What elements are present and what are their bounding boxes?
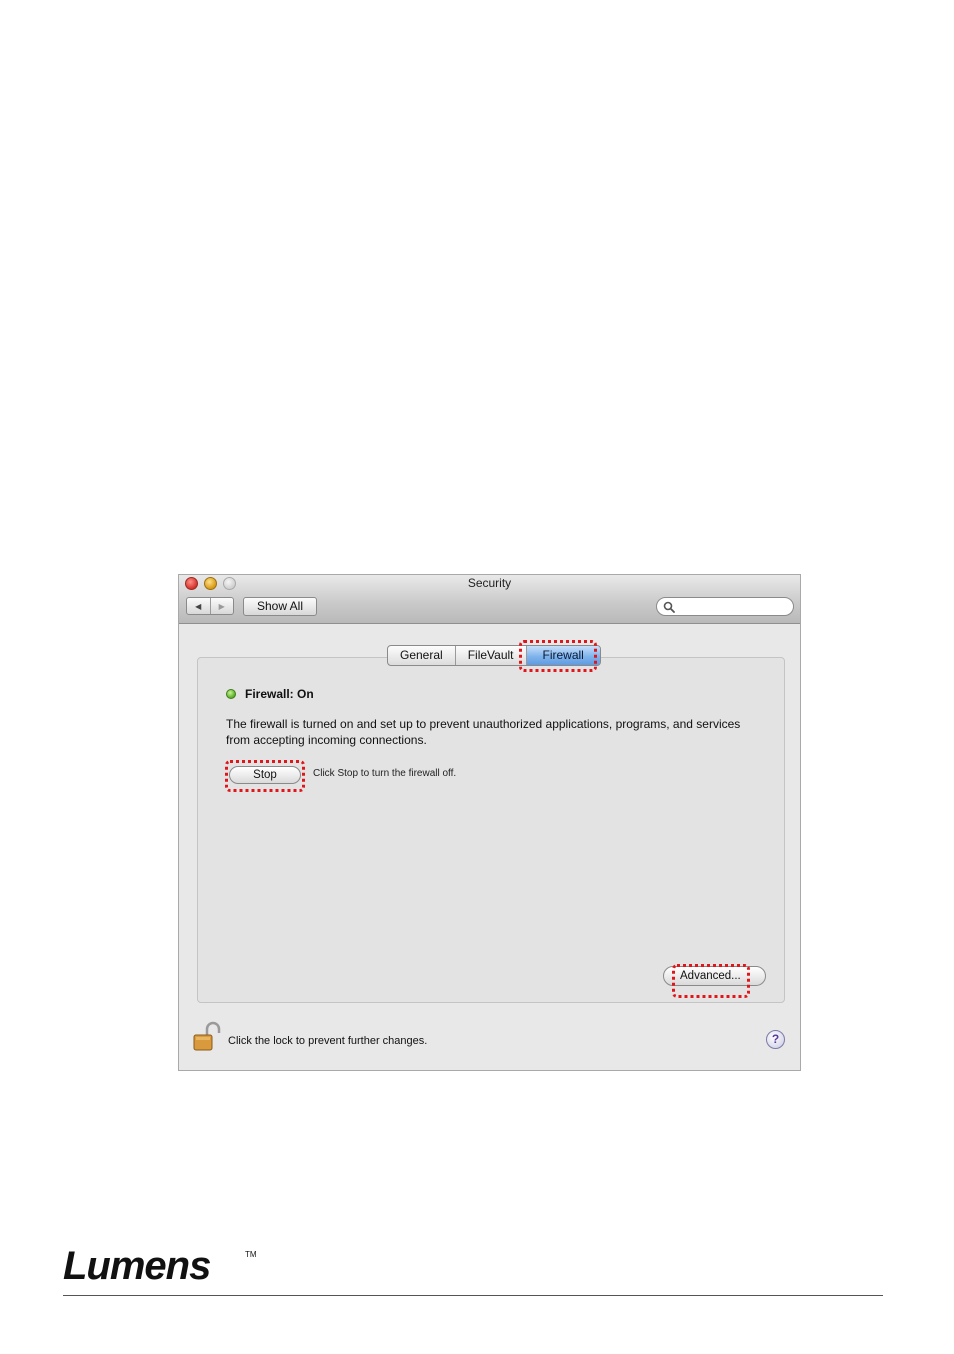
tab-general[interactable]: General xyxy=(388,646,455,665)
back-arrow-icon[interactable]: ◀ xyxy=(187,598,210,614)
title-bar: Security ◀ ▶ Show All xyxy=(179,575,800,624)
lumens-logo: Lumens xyxy=(63,1244,211,1288)
show-all-button[interactable]: Show All xyxy=(243,597,317,616)
forward-arrow-icon[interactable]: ▶ xyxy=(209,598,234,614)
lock-status-text: Click the lock to prevent further change… xyxy=(228,1035,428,1047)
status-indicator-icon xyxy=(226,689,236,699)
highlight-stop-button xyxy=(225,760,305,792)
search-icon xyxy=(663,601,675,613)
firewall-description: The firewall is turned on and set up to … xyxy=(226,717,741,747)
stop-hint-text: Click Stop to turn the firewall off. xyxy=(313,768,457,779)
highlight-advanced-button xyxy=(672,964,750,998)
tab-filevault[interactable]: FileVault xyxy=(454,646,526,665)
footer-divider xyxy=(63,1295,883,1296)
trademark-mark: TM xyxy=(245,1250,257,1259)
window-title: Security xyxy=(467,576,512,590)
search-field[interactable] xyxy=(656,597,794,616)
search-input[interactable] xyxy=(679,599,787,614)
back-forward-control: ◀ ▶ xyxy=(186,597,234,615)
highlight-firewall-tab xyxy=(519,640,597,672)
help-button[interactable]: ? xyxy=(766,1030,785,1049)
firewall-status-label: Firewall: On xyxy=(245,687,314,701)
tab-content-panel xyxy=(197,657,785,1003)
unlocked-padlock-icon[interactable] xyxy=(191,1021,221,1053)
